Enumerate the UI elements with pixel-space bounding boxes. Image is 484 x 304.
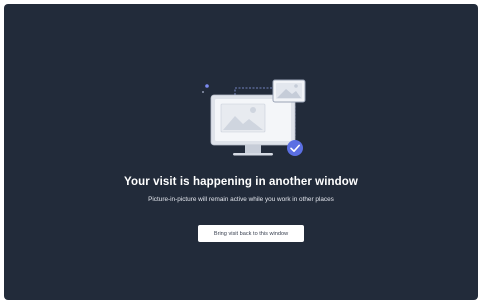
headline: Your visit is happening in another windo…	[124, 176, 358, 188]
check-badge-icon	[287, 140, 303, 156]
pip-window-icon	[272, 79, 306, 103]
sparkle-dot	[202, 91, 204, 93]
pip-illustration	[202, 79, 306, 156]
sparkle-dot	[205, 84, 209, 88]
bring-visit-back-button[interactable]: Bring visit back to this window	[198, 225, 304, 242]
pip-panel: Your visit is happening in another windo…	[4, 4, 478, 300]
dashed-connector	[234, 87, 273, 95]
monitor-icon	[210, 94, 296, 156]
subtext: Picture-in-picture will remain active wh…	[148, 196, 334, 203]
